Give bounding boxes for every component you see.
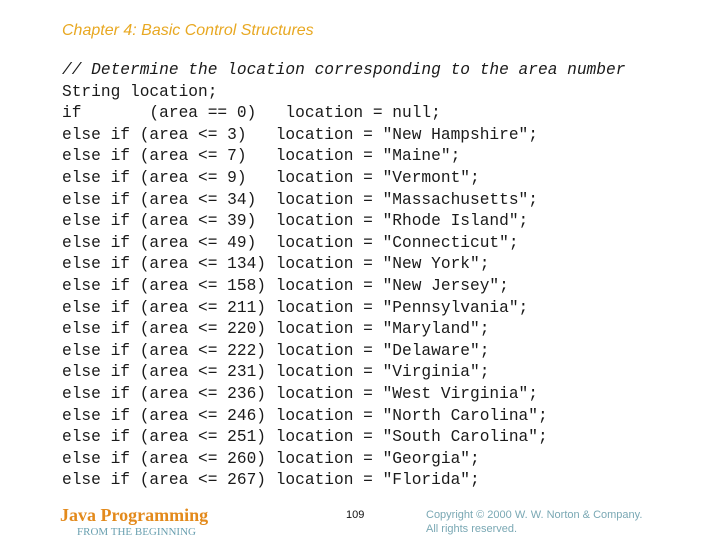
code-line: else if (area <= 49) location = "Connect… — [62, 233, 519, 252]
code-line: else if (area <= 236) location = "West V… — [62, 384, 538, 403]
code-line: else if (area <= 3) location = "New Hamp… — [62, 125, 538, 144]
code-line: if (area == 0) location = null; — [62, 104, 441, 123]
code-line: else if (area <= 134) location = "New Yo… — [62, 255, 490, 274]
page-number: 109 — [346, 509, 365, 521]
code-line: else if (area <= 220) location = "Maryla… — [62, 320, 490, 339]
code-line: else if (area <= 246) location = "North … — [62, 406, 548, 425]
copyright-line: Copyright © 2000 W. W. Norton & Company. — [426, 509, 643, 521]
rights-line: All rights reserved. — [426, 523, 518, 535]
code-listing: // Determine the location corresponding … — [62, 60, 625, 492]
code-line: else if (area <= 158) location = "New Je… — [62, 276, 509, 295]
code-line: else if (area <= 267) location = "Florid… — [62, 471, 480, 490]
logo-title: Java Programming — [60, 505, 209, 525]
code-line: else if (area <= 222) location = "Delawa… — [62, 341, 490, 360]
chapter-title: Chapter 4: Basic Control Structures — [62, 22, 314, 39]
code-line: else if (area <= 251) location = "South … — [62, 428, 548, 447]
code-line: else if (area <= 34) location = "Massach… — [62, 190, 538, 209]
code-line: else if (area <= 9) location = "Vermont"… — [62, 168, 480, 187]
logo-subtitle: FROM THE BEGINNING — [77, 526, 196, 538]
book-logo: Java Programming FROM THE BEGINNING — [60, 505, 208, 539]
copyright-notice: Copyright © 2000 W. W. Norton & Company.… — [426, 508, 642, 536]
code-declaration: String location; — [62, 82, 218, 101]
code-line: else if (area <= 260) location = "Georgi… — [62, 449, 480, 468]
code-line: else if (area <= 7) location = "Maine"; — [62, 147, 461, 166]
code-line: else if (area <= 231) location = "Virgin… — [62, 363, 490, 382]
code-line: else if (area <= 211) location = "Pennsy… — [62, 298, 529, 317]
code-line: else if (area <= 39) location = "Rhode I… — [62, 212, 529, 231]
code-comment: // Determine the location corresponding … — [62, 61, 626, 79]
